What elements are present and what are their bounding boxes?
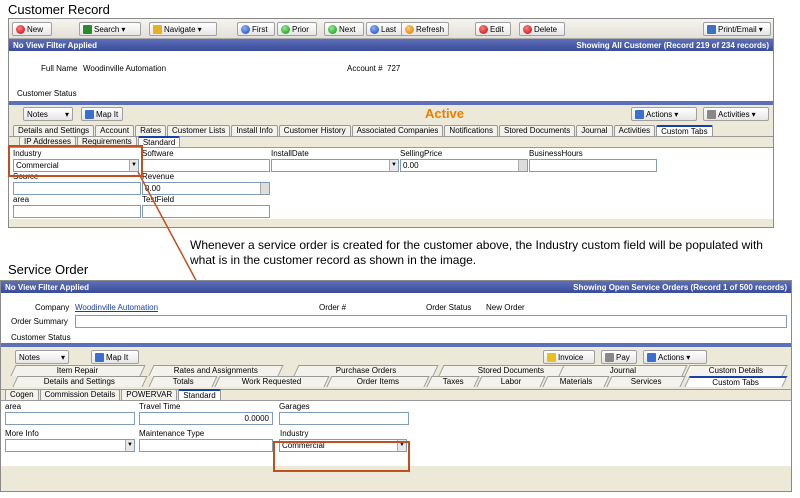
garages-input[interactable] bbox=[279, 412, 409, 425]
tab-services[interactable]: Services bbox=[606, 376, 686, 387]
chevron-down-icon: ▾ bbox=[60, 352, 65, 362]
order-summary-input[interactable] bbox=[75, 315, 787, 328]
map-it-button[interactable]: Map It bbox=[91, 350, 139, 364]
map-icon bbox=[95, 352, 104, 362]
service-industry-label: Industry bbox=[280, 429, 309, 438]
pay-button[interactable]: Pay bbox=[601, 350, 637, 364]
more-info-select[interactable]: ▼ bbox=[5, 439, 135, 452]
service-customer-status-label: Customer Status bbox=[11, 333, 71, 342]
service-industry-highlight bbox=[273, 441, 410, 472]
maintenance-type-input[interactable] bbox=[139, 439, 273, 452]
company-label: Company bbox=[35, 303, 70, 312]
chevron-down-icon: ▾ bbox=[686, 352, 691, 362]
tab-custom-tabs[interactable]: Custom Tabs bbox=[684, 376, 788, 387]
service-action-row: Notes ▾ Map It Invoice Pay Actions ▾ bbox=[1, 347, 791, 365]
order-status-label: Order Status bbox=[426, 303, 472, 312]
actions-button[interactable]: Actions ▾ bbox=[643, 350, 707, 364]
actions-icon bbox=[647, 352, 656, 362]
maintenance-type-label: Maintenance Type bbox=[139, 429, 205, 438]
service-section-title: Service Order bbox=[8, 262, 89, 277]
service-header-area: Company Woodinville Automation Order # O… bbox=[1, 293, 791, 343]
subtab-cogen[interactable]: Cogen bbox=[5, 389, 39, 400]
tab-purchase-orders[interactable]: Purchase Orders bbox=[293, 365, 439, 376]
travel-time-label: Travel Time bbox=[139, 402, 181, 411]
pay-icon bbox=[605, 352, 614, 362]
order-summary-label: Order Summary bbox=[11, 317, 68, 326]
service-tabs: Item Repair Rates and Assignments Purcha… bbox=[1, 365, 791, 389]
tab-custom-details[interactable]: Custom Details bbox=[684, 365, 788, 376]
subtab-commission-details[interactable]: Commission Details bbox=[39, 389, 121, 400]
area-label: area bbox=[5, 402, 22, 411]
more-info-label: More Info bbox=[5, 429, 39, 438]
tab-materials[interactable]: Materials bbox=[542, 376, 610, 387]
travel-time-input[interactable]: 0.0000 bbox=[139, 412, 273, 425]
chevron-down-icon: ▼ bbox=[125, 440, 134, 451]
area-input[interactable] bbox=[5, 412, 135, 425]
tab-taxes[interactable]: Taxes bbox=[426, 376, 480, 387]
tab-labor[interactable]: Labor bbox=[476, 376, 546, 387]
tab-journal[interactable]: Journal bbox=[558, 365, 688, 376]
garages-label: Garages bbox=[279, 402, 310, 411]
order-status-value: New Order bbox=[486, 303, 525, 312]
tab-details-and-settings[interactable]: Details and Settings bbox=[12, 376, 148, 387]
notes-dropdown[interactable]: Notes ▾ bbox=[15, 350, 69, 364]
tab-totals[interactable]: Totals bbox=[148, 376, 218, 387]
order-number-label: Order # bbox=[319, 303, 347, 312]
tab-item-repair[interactable]: Item Repair bbox=[10, 365, 146, 376]
subtab-powervar[interactable]: POWERVAR bbox=[121, 389, 178, 400]
invoice-icon bbox=[547, 352, 556, 362]
company-link[interactable]: Woodinville Automation bbox=[75, 303, 158, 312]
subtab-standard[interactable]: Standard bbox=[178, 389, 221, 400]
tab-order-items[interactable]: Order Items bbox=[326, 376, 430, 387]
tab-rates-and-assignments[interactable]: Rates and Assignments bbox=[148, 365, 284, 376]
invoice-button[interactable]: Invoice bbox=[543, 350, 595, 364]
service-filter-bar: No View Filter Applied Showing Open Serv… bbox=[1, 281, 791, 293]
tab-work-requested[interactable]: Work Requested bbox=[214, 376, 330, 387]
service-subtabs: Cogen Commission Details POWERVAR Standa… bbox=[1, 389, 791, 400]
